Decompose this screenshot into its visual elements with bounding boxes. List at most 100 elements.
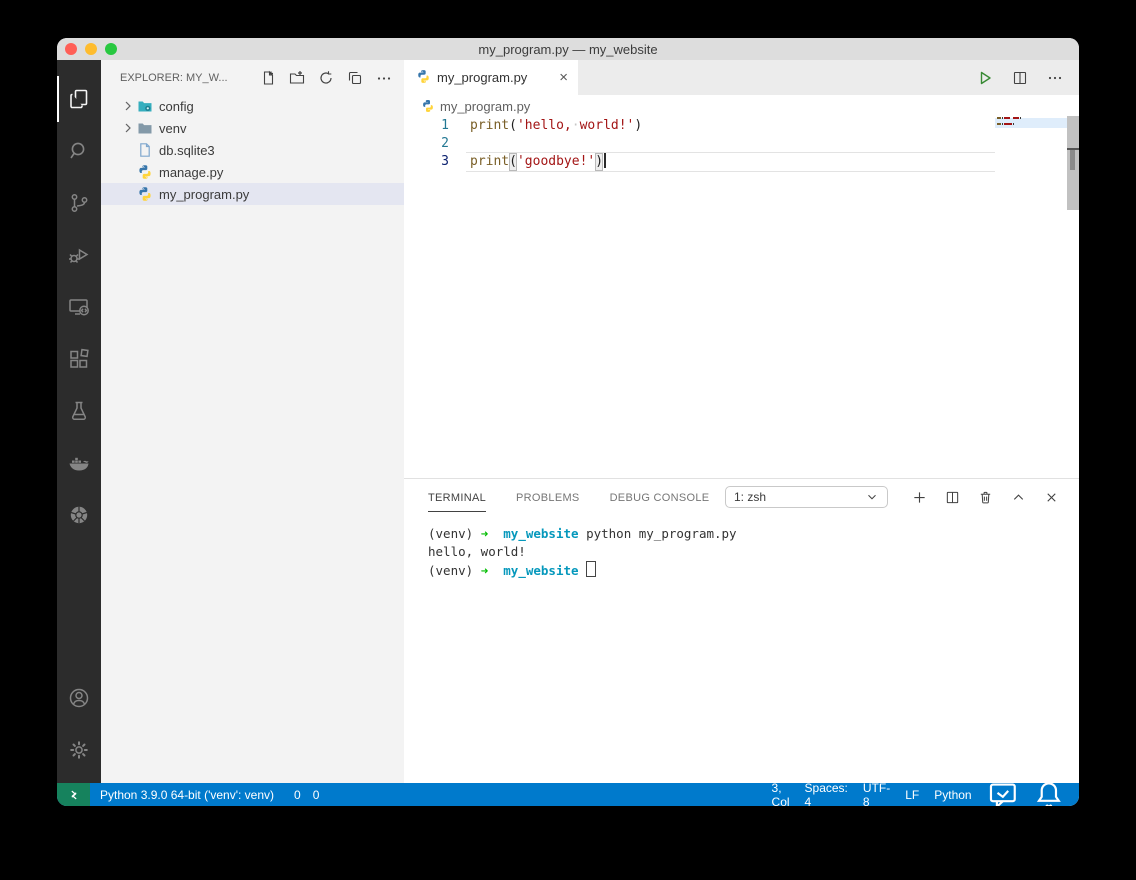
- activity-docker[interactable]: [57, 440, 101, 486]
- bell-icon[interactable]: [1033, 779, 1065, 806]
- close-panel-icon[interactable]: [1044, 490, 1059, 505]
- search-icon: [67, 139, 91, 163]
- breadcrumb[interactable]: my_program.py: [404, 95, 1079, 117]
- editor-scrollbar[interactable]: [1067, 117, 1079, 478]
- terminal-line: (venv) ➜ my_website: [428, 561, 1079, 580]
- status-bar: Python 3.9.0 64-bit ('venv': venv) 0 0 L…: [57, 783, 1079, 806]
- new-terminal-icon[interactable]: [912, 490, 927, 505]
- terminal-line: (venv) ➜ my_website python my_program.py: [428, 525, 1079, 543]
- extensions-icon: [67, 347, 91, 371]
- panel-tab-terminal[interactable]: TERMINAL: [428, 483, 486, 512]
- tab-bar: my_program.py ×: [404, 60, 1079, 95]
- remote-explorer-icon: [67, 295, 91, 319]
- desktop-background: my_program.py — my_website: [0, 0, 1136, 880]
- indent-status[interactable]: Spaces: 4: [805, 781, 848, 807]
- eol-status[interactable]: LF: [905, 788, 919, 802]
- python-icon: [137, 186, 153, 202]
- code-line-1[interactable]: 1print('hello,·world!'): [404, 117, 995, 135]
- explorer-header-title: EXPLORER: MY_W...: [120, 72, 228, 84]
- code-editor[interactable]: 1print('hello,·world!')23print('goodbye!…: [404, 117, 1079, 478]
- file-label: my_program.py: [159, 187, 249, 202]
- tree-indent: [120, 142, 136, 158]
- tab-my-program[interactable]: my_program.py ×: [404, 60, 578, 95]
- terminal-output[interactable]: (venv) ➜ my_website python my_program.py…: [404, 515, 1079, 783]
- folder-icon: [137, 120, 153, 136]
- file-row-config[interactable]: config: [101, 95, 404, 117]
- line-number: 3: [404, 153, 470, 171]
- tree-indent: [120, 186, 136, 202]
- activity-kubernetes[interactable]: [57, 492, 101, 538]
- error-count: 0: [294, 788, 301, 802]
- more-actions-icon[interactable]: [1047, 70, 1063, 86]
- activity-testing[interactable]: [57, 388, 101, 434]
- activity-explorer[interactable]: [57, 76, 101, 122]
- tree-indent: [120, 164, 136, 180]
- vscode-window: my_program.py — my_website: [57, 38, 1079, 806]
- folder-config-icon: [137, 98, 153, 114]
- file-label: config: [159, 99, 194, 114]
- chevron-right-icon[interactable]: [120, 98, 136, 114]
- line-number: 2: [404, 135, 470, 153]
- activity-source-control[interactable]: [57, 180, 101, 226]
- panel-tab-problems[interactable]: PROBLEMS: [516, 483, 580, 512]
- minimap[interactable]: [995, 117, 1067, 478]
- account-icon: [67, 686, 91, 710]
- breadcrumb-item[interactable]: my_program.py: [440, 99, 530, 114]
- activity-account[interactable]: [57, 675, 101, 721]
- activity-settings[interactable]: [57, 727, 101, 773]
- run-and-debug-icon: [67, 243, 91, 267]
- terminal-shell-select[interactable]: 1: zsh: [725, 486, 888, 508]
- file-row-my-program-py[interactable]: my_program.py: [101, 183, 404, 205]
- new-folder-icon[interactable]: [289, 70, 305, 86]
- explorer-icon: [67, 87, 91, 111]
- panel-tabs: TERMINAL PROBLEMS DEBUG CONSOLE: [428, 483, 709, 512]
- file-icon: [137, 142, 153, 158]
- activity-search[interactable]: [57, 128, 101, 174]
- remote-indicator[interactable]: [57, 783, 90, 806]
- explorer-sidebar: EXPLORER: MY_W... config venv db.sqlite3 ma…: [101, 60, 404, 783]
- minimap-line: [997, 117, 1021, 119]
- feedback-icon[interactable]: [987, 779, 1019, 806]
- docker-icon: [67, 451, 91, 475]
- overview-ruler-line-mark: [1070, 150, 1075, 170]
- kill-terminal-icon[interactable]: [978, 490, 993, 505]
- code-line-2[interactable]: 2: [404, 135, 995, 153]
- activity-extensions[interactable]: [57, 336, 101, 382]
- python-icon: [137, 164, 153, 180]
- file-tree: config venv db.sqlite3 manage.py my_program.…: [101, 95, 404, 783]
- file-row-venv[interactable]: venv: [101, 117, 404, 139]
- activity-bar: [57, 60, 101, 783]
- warning-count: 0: [313, 788, 320, 802]
- file-row-db-sqlite3[interactable]: db.sqlite3: [101, 139, 404, 161]
- python-file-icon: [421, 99, 435, 113]
- settings-gear-icon: [67, 738, 91, 762]
- remote-icon: [67, 788, 81, 802]
- chevron-right-icon[interactable]: [120, 120, 136, 136]
- more-actions-icon[interactable]: [376, 70, 392, 86]
- activity-remote-explorer[interactable]: [57, 284, 101, 330]
- problems-status[interactable]: 0 0: [290, 788, 319, 802]
- line-col-status[interactable]: Ln 3, Col 18: [772, 767, 790, 807]
- collapse-folders-icon[interactable]: [347, 70, 363, 86]
- maximize-panel-icon[interactable]: [1011, 490, 1026, 505]
- tab-label: my_program.py: [437, 70, 527, 85]
- terminal-panel: TERMINAL PROBLEMS DEBUG CONSOLE 1: zsh: [404, 478, 1079, 783]
- split-editor-icon[interactable]: [1012, 70, 1028, 86]
- split-terminal-icon[interactable]: [945, 490, 960, 505]
- new-file-icon[interactable]: [260, 70, 276, 86]
- titlebar[interactable]: my_program.py — my_website: [57, 38, 1079, 60]
- encoding-status[interactable]: UTF-8: [863, 781, 890, 807]
- python-interpreter-status[interactable]: Python 3.9.0 64-bit ('venv': venv): [100, 788, 274, 802]
- panel-tab-debug-console[interactable]: DEBUG CONSOLE: [610, 483, 710, 512]
- run-python-file-icon[interactable]: [977, 70, 993, 86]
- file-label: manage.py: [159, 165, 223, 180]
- file-row-manage-py[interactable]: manage.py: [101, 161, 404, 183]
- refresh-icon[interactable]: [318, 70, 334, 86]
- file-label: db.sqlite3: [159, 143, 215, 158]
- chevron-down-icon: [865, 490, 879, 504]
- tab-close-icon[interactable]: ×: [559, 70, 568, 85]
- language-mode-status[interactable]: Python: [934, 788, 971, 802]
- activity-run-debug[interactable]: [57, 232, 101, 278]
- code-line-3[interactable]: 3print('goodbye!'): [404, 153, 995, 171]
- minimap-line: [997, 123, 1014, 125]
